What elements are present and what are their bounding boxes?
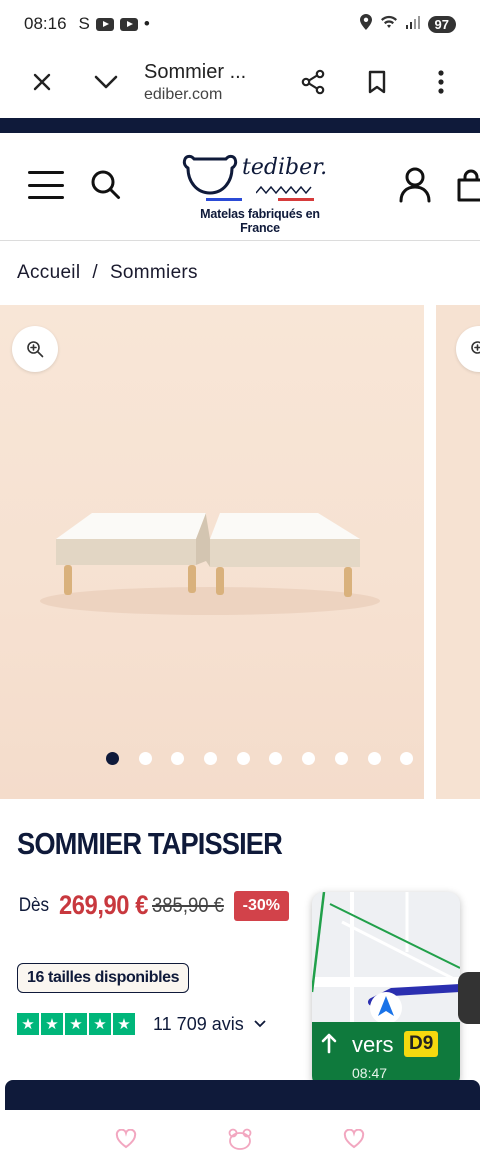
french-flag-underline — [206, 198, 314, 201]
direction-text: vers — [352, 1032, 394, 1057]
gallery-dot[interactable] — [106, 752, 119, 765]
samsung-s-icon: S — [78, 14, 90, 33]
site-header: tediber. Matelas fabriqués en France — [0, 133, 480, 241]
gallery-pagination — [106, 752, 414, 765]
breadcrumb-separator: / — [92, 262, 98, 283]
status-time: 08:16 — [24, 14, 67, 33]
gallery-slide[interactable] — [0, 305, 424, 799]
heart-outline-icon[interactable] — [343, 1128, 365, 1155]
bear-head-logo-icon — [182, 154, 238, 195]
browser-toolbar: Sommier ... ediber.com — [0, 48, 480, 116]
bookmark-icon[interactable] — [348, 50, 406, 114]
arrival-time: 08:47 — [352, 1065, 388, 1081]
wifi-icon — [380, 15, 398, 33]
navigation-pip-overlay[interactable]: vers D9 08:47 — [312, 892, 460, 1088]
notification-dot-icon: • — [143, 14, 150, 33]
gallery-dot[interactable] — [367, 752, 381, 765]
road-sign: D9 — [404, 1031, 439, 1057]
logo-wordmark: tediber. — [242, 155, 328, 180]
page-title-text: Sommier ... — [144, 60, 247, 83]
browser-page-title[interactable]: Sommier ... ediber.com — [138, 61, 284, 104]
gallery-dot[interactable] — [236, 752, 250, 765]
current-price: 269,90 € — [58, 890, 148, 920]
gallery-dot[interactable] — [302, 752, 316, 765]
announcement-strip — [0, 118, 480, 133]
discount-badge: -30% — [233, 890, 290, 921]
signal-icon — [405, 15, 420, 33]
product-title: SOMMIER TAPISSIER — [17, 826, 283, 861]
tediber-logo[interactable]: tediber. Matelas fabriqués en France — [180, 147, 340, 235]
heart-icon[interactable] — [115, 1128, 137, 1155]
share-icon[interactable] — [284, 50, 342, 114]
original-price: 385,90 € — [151, 893, 224, 917]
page-url-text: ediber.com — [144, 85, 223, 103]
gallery-dot[interactable] — [269, 752, 283, 765]
location-icon — [359, 14, 372, 34]
gallery-dot[interactable] — [400, 752, 414, 765]
more-options-icon[interactable] — [412, 50, 470, 114]
reviews-summary[interactable]: ★ ★ ★ ★ ★ 11 709 avis — [17, 1013, 266, 1035]
chevron-down-icon[interactable] — [254, 1015, 266, 1033]
bear-icon[interactable] — [227, 1128, 253, 1156]
gallery-dot[interactable] — [171, 752, 185, 765]
shopping-bag-icon[interactable] — [456, 169, 480, 203]
star-icon: ★ — [41, 1013, 63, 1035]
sizes-badge[interactable]: 16 tailles disponibles — [17, 963, 190, 993]
search-icon[interactable] — [90, 169, 122, 201]
status-bar: 08:16 S • 97 — [0, 0, 480, 48]
star-icon: ★ — [17, 1013, 39, 1035]
account-icon[interactable] — [398, 167, 432, 203]
trustpilot-stars: ★ ★ ★ ★ ★ — [17, 1013, 135, 1035]
bottom-navigation — [0, 1110, 480, 1174]
map-view — [312, 892, 460, 1022]
logo-tagline: Matelas fabriqués en France — [200, 207, 320, 235]
star-icon: ★ — [65, 1013, 87, 1035]
youtube-icon — [95, 17, 114, 31]
edge-panel-handle[interactable] — [458, 972, 480, 1024]
price-row: Dès 269,90 € 385,90 € -30% — [17, 890, 290, 921]
zoom-in-icon-next[interactable] — [456, 326, 480, 372]
price-prefix: Dès — [18, 894, 50, 916]
hamburger-menu-icon[interactable] — [28, 171, 64, 199]
product-gallery[interactable] — [0, 305, 480, 799]
close-icon[interactable] — [10, 50, 74, 114]
bed-base-image — [40, 513, 380, 615]
battery-indicator: 97 — [427, 15, 456, 33]
breadcrumb-current[interactable]: Sommiers — [110, 262, 198, 284]
reviews-count: 11 709 avis — [153, 1013, 244, 1034]
breadcrumb-home[interactable]: Accueil — [17, 262, 80, 284]
star-icon: ★ — [89, 1013, 111, 1035]
zigzag-icon — [256, 185, 312, 195]
gallery-dot[interactable] — [138, 752, 152, 765]
chevron-down-icon[interactable] — [74, 50, 138, 114]
arrow-up-icon — [320, 1032, 338, 1060]
navigation-banner: vers D9 08:47 — [312, 1022, 460, 1088]
gallery-dot[interactable] — [204, 752, 218, 765]
youtube-icon-2 — [119, 17, 138, 31]
star-icon: ★ — [113, 1013, 135, 1035]
gallery-dot[interactable] — [334, 752, 348, 765]
gallery-next-slide[interactable] — [436, 305, 480, 799]
breadcrumb: Accueil / Sommiers — [17, 262, 198, 284]
